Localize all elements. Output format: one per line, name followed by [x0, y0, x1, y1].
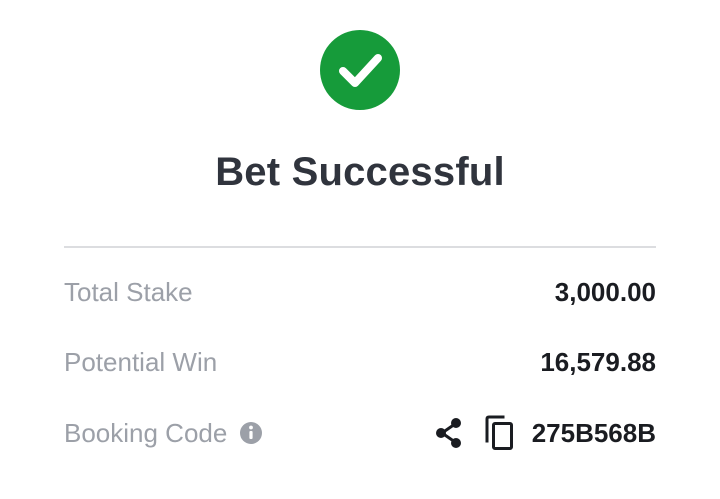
total-stake-value: 3,000.00 [554, 276, 656, 307]
booking-code-label-group: Booking Code [64, 418, 263, 449]
info-icon[interactable] [239, 421, 263, 445]
total-stake-label: Total Stake [64, 276, 193, 307]
potential-win-label: Potential Win [64, 346, 218, 377]
check-circle-icon [320, 30, 400, 110]
booking-code-value[interactable]: 275B568B [532, 418, 656, 449]
copy-icon[interactable] [484, 415, 514, 451]
booking-code-row: Booking Code 275B568B [64, 413, 656, 453]
booking-code-label: Booking Code [64, 417, 228, 448]
potential-win-value: 16,579.88 [540, 346, 656, 377]
total-stake-row: Total Stake 3,000.00 [64, 272, 656, 312]
page-title: Bet Successful [215, 150, 505, 194]
booking-code-actions: 275B568B [434, 415, 656, 451]
divider [64, 246, 656, 248]
share-icon[interactable] [434, 417, 464, 449]
potential-win-row: Potential Win 16,579.88 [64, 342, 656, 382]
